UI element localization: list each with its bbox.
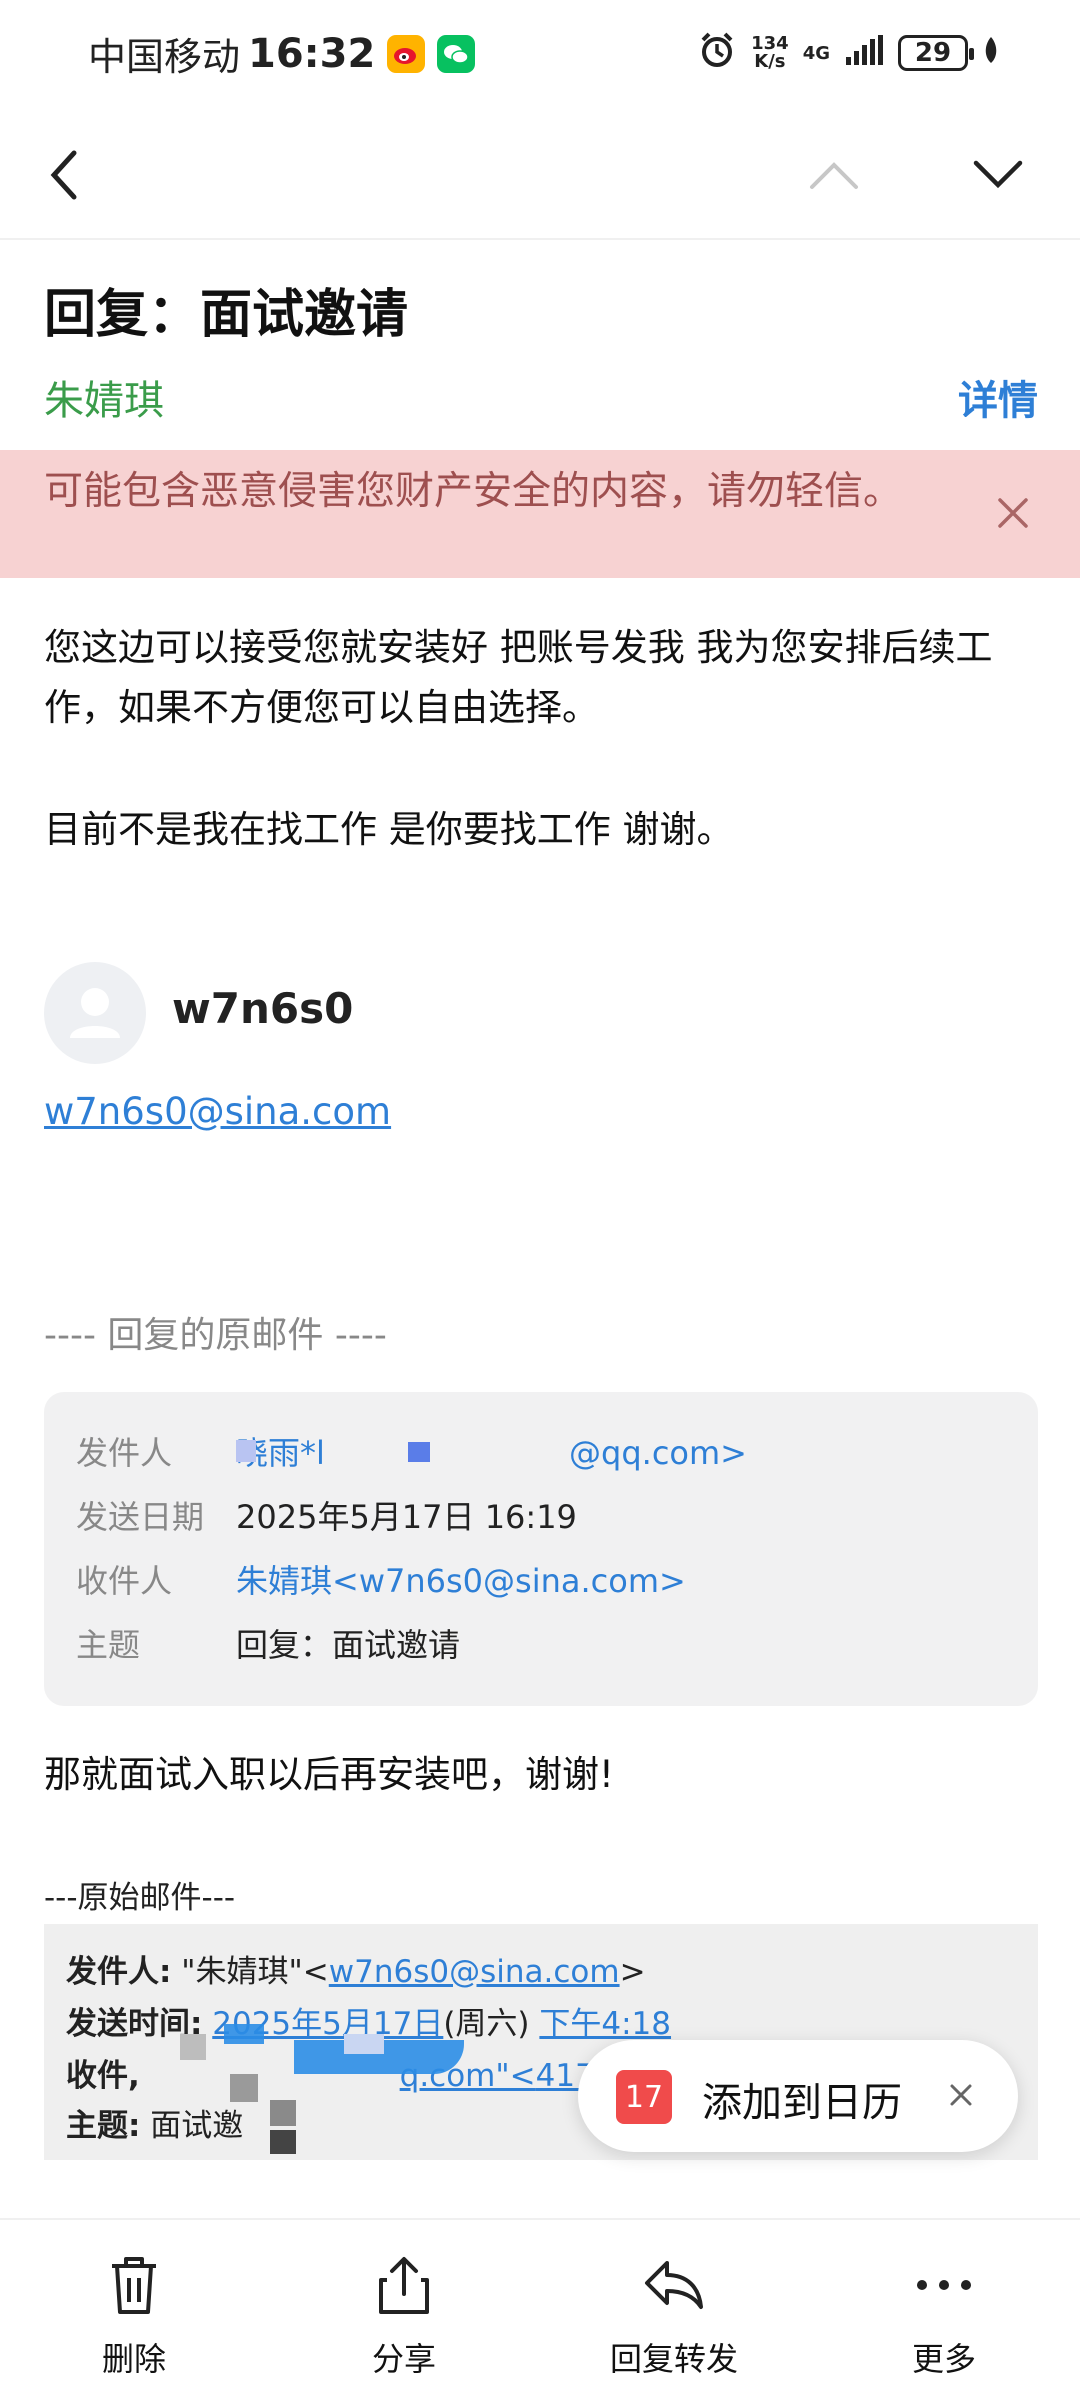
delete-label: 删除 bbox=[101, 2340, 166, 2378]
orig-label: 主题 bbox=[76, 1626, 141, 1664]
redaction-block bbox=[230, 2074, 258, 2102]
share-label: 分享 bbox=[371, 2340, 436, 2378]
back-button[interactable] bbox=[24, 135, 104, 215]
redaction-block bbox=[236, 1440, 256, 1462]
raw-row-subject: 主题: 面试邀 bbox=[66, 2100, 243, 2145]
orig-subject-value: 回复：面试邀请 bbox=[236, 1626, 461, 1664]
raw-from-name: "朱婧琪"< bbox=[181, 1954, 329, 1990]
orig-from-value[interactable]: 晓雨*l @qq.com> bbox=[236, 1428, 747, 1474]
battery-level: 29 bbox=[914, 38, 952, 68]
orig-to-value[interactable]: 朱婧琪<w7n6s0@sina.com> bbox=[236, 1556, 686, 1602]
share-icon bbox=[369, 2250, 439, 2320]
redaction-block bbox=[344, 2034, 384, 2054]
reply-icon bbox=[639, 2250, 709, 2320]
delete-button[interactable]: 删除 bbox=[44, 2250, 224, 2380]
chevron-left-icon bbox=[50, 150, 77, 200]
orig-label: 发件人 bbox=[76, 1434, 173, 1472]
close-icon bbox=[998, 498, 1028, 528]
orig-row-subject: 主题 回复：面试邀请 bbox=[76, 1620, 460, 1666]
orig-row-to: 收件人 朱婧琪<w7n6s0@sina.com> bbox=[76, 1556, 686, 1602]
mail-body-line: 作，如果不方便您可以自由选择。 bbox=[44, 686, 599, 729]
raw-from-end: > bbox=[619, 1954, 646, 1990]
reply-forward-label: 回复转发 bbox=[609, 2340, 738, 2378]
avatar bbox=[44, 962, 146, 1064]
network-type: 4G bbox=[802, 42, 830, 64]
raw-mail-divider: ---原始邮件--- bbox=[44, 1880, 236, 1916]
redaction-block bbox=[270, 2130, 296, 2154]
raw-subject-label: 主题: bbox=[66, 2108, 141, 2144]
status-right: 134 K/s 4G 29 bbox=[697, 30, 1000, 76]
orig-row-date: 发送日期 2025年5月17日 16:19 bbox=[76, 1492, 577, 1538]
person-icon bbox=[70, 988, 120, 1038]
status-bar: 中国移动 16:32 134 K/s 4G 29 bbox=[0, 0, 1080, 110]
chevron-down-icon bbox=[973, 160, 1023, 189]
raw-to-label: 收件, bbox=[66, 2058, 140, 2094]
mail-body-line: 目前不是我在找工作 是你要找工作 谢谢。 bbox=[44, 808, 734, 851]
previous-mail-button[interactable] bbox=[794, 135, 874, 215]
redaction-block bbox=[408, 1442, 430, 1462]
carrier-name: 中国移动 bbox=[88, 35, 241, 79]
status-left: 中国移动 16:32 bbox=[88, 26, 476, 81]
quoted-reply-text: 那就面试入职以后再安装吧，谢谢! bbox=[44, 1753, 614, 1796]
warning-text: 可能包含恶意侵害您财产安全的内容，请勿轻信。 bbox=[44, 469, 903, 514]
more-button[interactable]: 更多 bbox=[854, 2250, 1034, 2380]
mail-body-line: 您这边可以接受您就安装好 把账号发我 我为您安排后续工 bbox=[44, 626, 993, 669]
redaction-block bbox=[180, 2034, 206, 2060]
orig-label: 收件人 bbox=[76, 1562, 173, 1600]
clock: 16:32 bbox=[248, 30, 376, 77]
share-button[interactable]: 分享 bbox=[314, 2250, 494, 2380]
original-mail-divider: ---- 回复的原邮件 ---- bbox=[44, 1315, 387, 1356]
signature-name: w7n6s0 bbox=[172, 984, 354, 1033]
add-to-calendar-label: 添加到日历 bbox=[702, 2080, 902, 2126]
alarm-icon bbox=[697, 30, 737, 76]
mail-subject: 回复：面试邀请 bbox=[44, 285, 409, 345]
trash-icon bbox=[99, 2250, 169, 2320]
raw-subject-value: 面试邀 bbox=[150, 2108, 244, 2144]
toast-close-button[interactable] bbox=[944, 2078, 978, 2112]
redaction-block bbox=[224, 2024, 264, 2044]
calendar-icon: 17 bbox=[616, 2070, 672, 2124]
wechat-icon bbox=[437, 34, 476, 73]
raw-time-clock[interactable]: 下午4:18 bbox=[539, 2006, 671, 2042]
more-dots-icon bbox=[909, 2250, 979, 2320]
redaction-block bbox=[270, 2100, 296, 2126]
calendar-day: 17 bbox=[624, 2079, 664, 2115]
reply-forward-button[interactable]: 回复转发 bbox=[584, 2250, 764, 2380]
leaf-icon bbox=[982, 35, 1000, 71]
weibo-icon bbox=[387, 34, 426, 73]
signature-email-link[interactable]: w7n6s0@sina.com bbox=[44, 1090, 391, 1133]
more-label: 更多 bbox=[911, 2340, 976, 2378]
signal-icon bbox=[844, 35, 884, 71]
raw-from-label: 发件人: bbox=[66, 1954, 172, 1990]
raw-time-week: (周六) bbox=[443, 2006, 530, 2042]
net-speed-unit: K/s bbox=[754, 51, 786, 72]
add-to-calendar-toast[interactable]: 17 添加到日历 bbox=[578, 2040, 1018, 2152]
original-mail-card: 发件人 晓雨*l @qq.com> 发送日期 2025年5月17日 16:19 … bbox=[44, 1392, 1038, 1706]
close-icon bbox=[950, 2084, 972, 2106]
raw-row-from: 发件人: "朱婧琪"<w7n6s0@sina.com> bbox=[66, 1946, 646, 1991]
details-link[interactable]: 详情 bbox=[958, 368, 1038, 426]
sender-name[interactable]: 朱婧琪 bbox=[44, 368, 164, 426]
orig-label: 发送日期 bbox=[76, 1498, 205, 1536]
nav-bar bbox=[0, 110, 1080, 240]
battery-icon: 29 bbox=[898, 35, 974, 71]
warning-close-button[interactable] bbox=[988, 488, 1038, 538]
net-speed: 134 K/s bbox=[751, 35, 789, 71]
security-warning-banner: 可能包含恶意侵害您财产安全的内容，请勿轻信。 bbox=[0, 450, 1080, 578]
orig-date-value: 2025年5月17日 16:19 bbox=[236, 1498, 577, 1536]
next-mail-button[interactable] bbox=[958, 135, 1038, 215]
raw-from-email[interactable]: w7n6s0@sina.com bbox=[329, 1954, 620, 1990]
bottom-toolbar: 删除 分享 回复转发 更多 bbox=[0, 2218, 1080, 2391]
chevron-up-icon bbox=[810, 162, 858, 189]
